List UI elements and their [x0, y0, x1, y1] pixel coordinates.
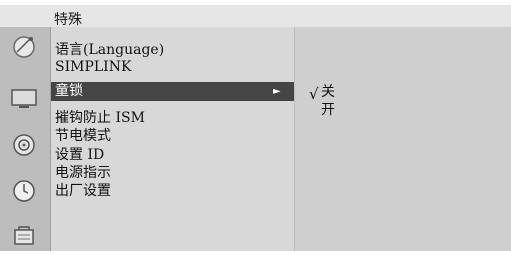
submenu-option-label: 关: [321, 84, 335, 100]
menu-item-label: 语言(Language): [55, 42, 165, 58]
menu-item-set-id[interactable]: 设置 ID: [55, 147, 104, 164]
menu-item-child-lock[interactable]: 童锁 ►: [51, 82, 294, 101]
menu-item-label: SIMPLINK: [55, 59, 132, 75]
menu-item-power-indicator[interactable]: 电源指示: [55, 165, 111, 182]
tv-screen-icon[interactable]: [0, 79, 48, 119]
menu-item-label: 摧钩防止 ISM: [55, 110, 145, 126]
menu-item-ism[interactable]: 摧钩防止 ISM: [55, 110, 145, 127]
category-icon-bar: [0, 27, 51, 251]
lock-box-icon[interactable]: [0, 215, 48, 255]
submenu-panel: √ 关 开: [295, 27, 511, 251]
menu-item-simplink[interactable]: SIMPLINK: [55, 59, 131, 76]
submenu-option-label: 开: [321, 102, 335, 118]
menu-item-label: 设置 ID: [55, 147, 105, 163]
submenu-option-on[interactable]: 开: [321, 102, 335, 119]
menu-item-factory-reset[interactable]: 出厂设置: [55, 183, 111, 200]
menu-item-label: 童锁: [55, 83, 83, 99]
speaker-icon[interactable]: [0, 125, 48, 165]
submenu-arrow-icon: ►: [273, 86, 281, 97]
satellite-dish-icon[interactable]: [0, 27, 48, 67]
menu-item-label: 节电模式: [55, 128, 111, 144]
menu-item-language[interactable]: 语言(Language): [55, 42, 164, 59]
page-title: 特殊: [54, 12, 82, 28]
menu-item-power-saving[interactable]: 节电模式: [55, 128, 111, 145]
menu-item-label: 出厂设置: [55, 183, 111, 199]
submenu-option-off[interactable]: 关: [321, 84, 335, 101]
checkmark-icon: √: [309, 85, 319, 103]
title-bar: 特殊: [0, 5, 511, 28]
clock-icon[interactable]: [0, 171, 48, 211]
menu-panel: 语言(Language) SIMPLINK 童锁 ► 摧钩防止 ISM 节电模式…: [51, 27, 295, 251]
menu-item-label: 电源指示: [55, 165, 111, 181]
